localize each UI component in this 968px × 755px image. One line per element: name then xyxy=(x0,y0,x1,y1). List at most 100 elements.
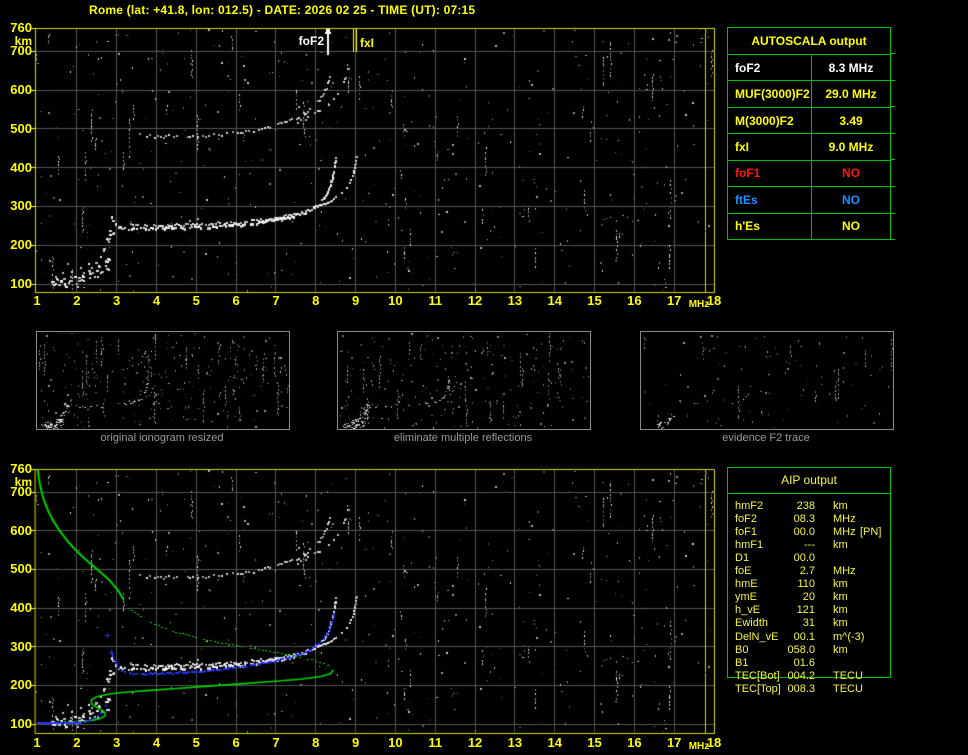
autoscala-row-label: foF2 xyxy=(728,55,812,81)
x-tick-label: 14 xyxy=(547,735,562,750)
aip-row: DelN_vE 00.1 m^(-3) xyxy=(727,631,891,644)
x-tick-label: 13 xyxy=(507,293,523,308)
autoscala-row: h'Es NO xyxy=(728,212,890,239)
table-tick xyxy=(891,212,895,214)
aip-row: hmE 110 km xyxy=(727,578,891,591)
aip-row-value: 08.3 xyxy=(793,513,815,526)
y-tick-label: 500 xyxy=(10,120,32,136)
aip-row-unit: km xyxy=(833,643,848,656)
x-tick-label: 1 xyxy=(33,735,41,750)
autoscala-row-value: NO xyxy=(842,219,860,234)
x-tick-label: 4 xyxy=(152,293,161,308)
x-tick-label: 14 xyxy=(547,293,562,308)
aip-row-value: 008.3 xyxy=(787,682,815,695)
aip-row-value: 20 xyxy=(802,591,815,604)
top-ionogram-plot xyxy=(31,24,718,296)
thumbnail-caption-original: original ionogram resized xyxy=(100,432,224,444)
x-tick-label: 7 xyxy=(272,735,280,750)
x-tick-label: 15 xyxy=(587,735,602,750)
aip-row-value: 00.0 xyxy=(793,552,815,565)
x-tick-label: 12 xyxy=(467,293,483,308)
autoscala-row: M(3000)F2 3.49 xyxy=(728,106,890,134)
aip-row-unit: MHz xyxy=(833,513,856,526)
aip-row-label: D1 xyxy=(735,552,750,565)
autoscala-row-label: ftEs xyxy=(728,187,812,213)
aip-row-label: B1 xyxy=(735,656,749,669)
aip-row-unit: m^(-3) xyxy=(833,630,865,643)
thumbnail-caption-evidence: evidence F2 trace xyxy=(722,432,810,444)
autoscala-row-value: NO xyxy=(842,192,860,207)
autoscala-row-label: fxI xyxy=(728,134,812,160)
table-tick xyxy=(891,106,895,108)
aip-row-label: foF2 xyxy=(735,513,758,526)
table-tick xyxy=(891,53,895,54)
y-tick-label: 100 xyxy=(10,276,32,291)
x-tick-label: 8 xyxy=(312,293,320,308)
autoscala-row-value: 8.3 MHz xyxy=(828,60,874,75)
window-title: Rome (lat: +41.8, lon: 012.5) - DATE: 20… xyxy=(89,3,476,17)
aip-row-unit: km xyxy=(833,500,848,512)
x-axis-unit-label: MHz xyxy=(688,741,710,752)
y-tick-label: 760 xyxy=(10,20,32,35)
autoscala-row-label: M(3000)F2 xyxy=(728,107,812,134)
aip-row-unit: km xyxy=(833,617,848,630)
aip-row: foF2 08.3 MHz xyxy=(727,513,891,526)
aip-row: foE 2.7 MHz xyxy=(727,565,891,578)
aip-row-label: B0 xyxy=(735,643,749,656)
x-tick-label: 5 xyxy=(192,735,200,750)
aip-row-unit: MHz xyxy=(833,565,856,578)
aip-row-label: foF1 xyxy=(735,526,758,539)
fof2-marker-label: foF2 xyxy=(298,34,324,48)
x-tick-label: 6 xyxy=(232,735,240,750)
aip-row-label: hmE xyxy=(735,578,758,591)
autoscala-row-value: 9.0 MHz xyxy=(828,139,874,154)
x-tick-label: 8 xyxy=(312,735,320,750)
autoscala-row-label: foF1 xyxy=(728,160,812,187)
x-tick-label: 9 xyxy=(351,293,360,308)
x-tick-label: 11 xyxy=(428,293,443,308)
x-tick-label: 4 xyxy=(152,735,161,750)
aip-row: D1 00.0 xyxy=(727,552,891,565)
aip-row: TEC[Bot] 004.2 TECU xyxy=(727,670,891,683)
x-tick-label: 3 xyxy=(113,293,121,308)
y-tick-label: 400 xyxy=(10,159,32,175)
aip-row-label: hmF2 xyxy=(735,500,764,512)
x-tick-label: 5 xyxy=(192,293,200,308)
y-axis-unit-label: km xyxy=(14,34,32,48)
thumbnail-original-ionogram xyxy=(36,331,290,430)
aip-table-header: AIP output xyxy=(727,467,891,494)
aip-row-unit: km xyxy=(833,539,848,552)
y-tick-label: 400 xyxy=(10,600,32,616)
autoscala-output-table: AUTOSCALA output foF2 8.3 MHz MUF(3000)F2 2… xyxy=(727,27,895,241)
autoscala-row: ftEs NO xyxy=(728,186,890,213)
thumbnail-evidence-f2-trace xyxy=(640,331,894,430)
x-axis-unit-label: MHz xyxy=(688,299,710,310)
y-axis-unit-label: km xyxy=(14,475,32,489)
aip-row-unit: TECU xyxy=(833,669,863,682)
autoscala-row-value: NO xyxy=(842,166,860,181)
x-tick-label: 15 xyxy=(587,293,602,308)
aip-row-value: 00.1 xyxy=(793,630,815,643)
table-tick xyxy=(891,186,895,187)
profile-ionogram-plot xyxy=(31,465,718,737)
aip-row-value: 31 xyxy=(802,617,815,630)
aip-row-value: 004.2 xyxy=(787,669,815,682)
x-tick-label: 2 xyxy=(73,293,81,308)
autoscala-table-rows: foF2 8.3 MHz MUF(3000)F2 29.0 MHz M(3000)F2 3… xyxy=(728,55,890,239)
aip-row-label: hmF1 xyxy=(735,539,764,552)
aip-output-table: AIP output hmF2 238 km foF2 08.3 MHz foF1 00.0 M… xyxy=(727,467,891,699)
y-tick-label: 200 xyxy=(10,237,32,253)
aip-row-value: 00.0 xyxy=(793,526,815,539)
x-tick-label: 1 xyxy=(33,293,41,308)
x-tick-label: 2 xyxy=(73,735,81,750)
aip-row: TEC[Top] 008.3 TECU xyxy=(727,683,891,696)
autoscala-row-label: MUF(3000)F2 xyxy=(728,81,812,107)
autoscala-row: foF2 8.3 MHz xyxy=(728,55,890,81)
x-tick-label: 10 xyxy=(388,735,403,750)
aip-row-value: 01.6 xyxy=(793,656,815,669)
table-tick xyxy=(891,239,895,241)
thumbnail-caption-eliminate: eliminate multiple reflections xyxy=(393,432,533,444)
aip-row-unit: km xyxy=(833,578,848,591)
autoscala-row-value: 29.0 MHz xyxy=(825,87,877,102)
autoscala-row-label: h'Es xyxy=(728,213,812,239)
